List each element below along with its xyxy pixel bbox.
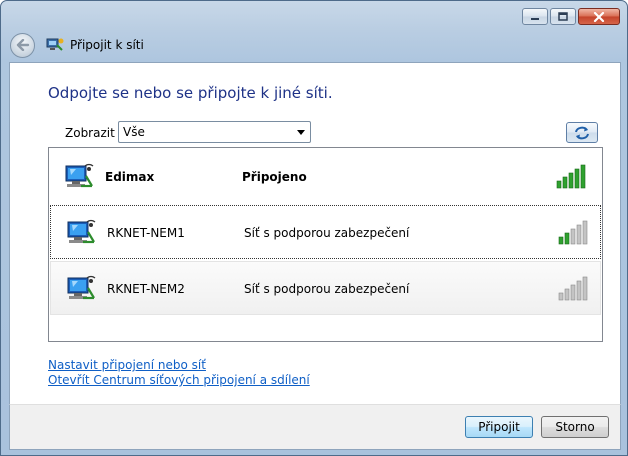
network-status: Připojeno [242,170,307,184]
network-row-rknet-nem1[interactable]: RKNET-NEM1 Síť s podporou zabezpečení [50,205,601,259]
network-status: Síť s podporou zabezpečení [244,282,410,296]
refresh-icon [575,126,589,139]
nav-header: Připojit k síti [10,30,144,60]
minimize-button[interactable] [522,8,548,25]
arrow-left-icon [16,39,29,51]
network-name: RKNET-NEM2 [107,282,185,296]
maximize-button[interactable] [550,8,576,25]
show-select-value: Vše [123,125,145,139]
connect-button[interactable]: Připojit [465,416,533,438]
show-label: Zobrazit [65,126,115,140]
wireless-network-icon [67,219,96,244]
page-title: Odpojte se nebo se připojte k jiné síti. [48,84,333,102]
signal-strength-icon [558,276,588,301]
show-select[interactable]: Vše [118,121,311,143]
network-connect-icon [46,38,64,51]
refresh-button[interactable] [566,122,598,143]
window-title: Připojit k síti [70,38,144,52]
dialog-window: Připojit k síti Odpojte se nebo se připo… [0,0,628,456]
content-pane: Odpojte se nebo se připojte k jiné síti.… [9,62,621,404]
back-button[interactable] [10,32,35,58]
cancel-button-label: Storno [555,420,595,434]
signal-strength-icon [558,220,588,245]
chevron-down-icon [297,130,305,135]
close-icon [593,11,605,22]
signal-strength-icon [556,164,586,189]
caption-buttons [522,8,620,25]
network-row-edimax[interactable]: Edimax Připojeno [49,150,602,204]
network-status: Síť s podporou zabezpečení [244,226,410,240]
network-list: Edimax Připojeno RKNET-NEM1 Síť s podpor… [48,147,603,342]
cancel-button[interactable]: Storno [541,416,609,438]
close-button[interactable] [578,8,620,25]
setup-connection-link[interactable]: Nastavit připojení nebo síť [48,358,206,372]
network-name: Edimax [105,170,155,184]
connect-button-label: Připojit [478,420,520,434]
wireless-network-icon [67,275,96,300]
wireless-network-icon [65,163,94,188]
button-bar: Připojit Storno [9,404,621,450]
network-name: RKNET-NEM1 [107,226,185,240]
minimize-icon [531,17,539,20]
maximize-icon [558,12,568,21]
network-row-rknet-nem2[interactable]: RKNET-NEM2 Síť s podporou zabezpečení [50,261,601,315]
network-center-link[interactable]: Otevřít Centrum síťových připojení a sdí… [48,373,310,387]
